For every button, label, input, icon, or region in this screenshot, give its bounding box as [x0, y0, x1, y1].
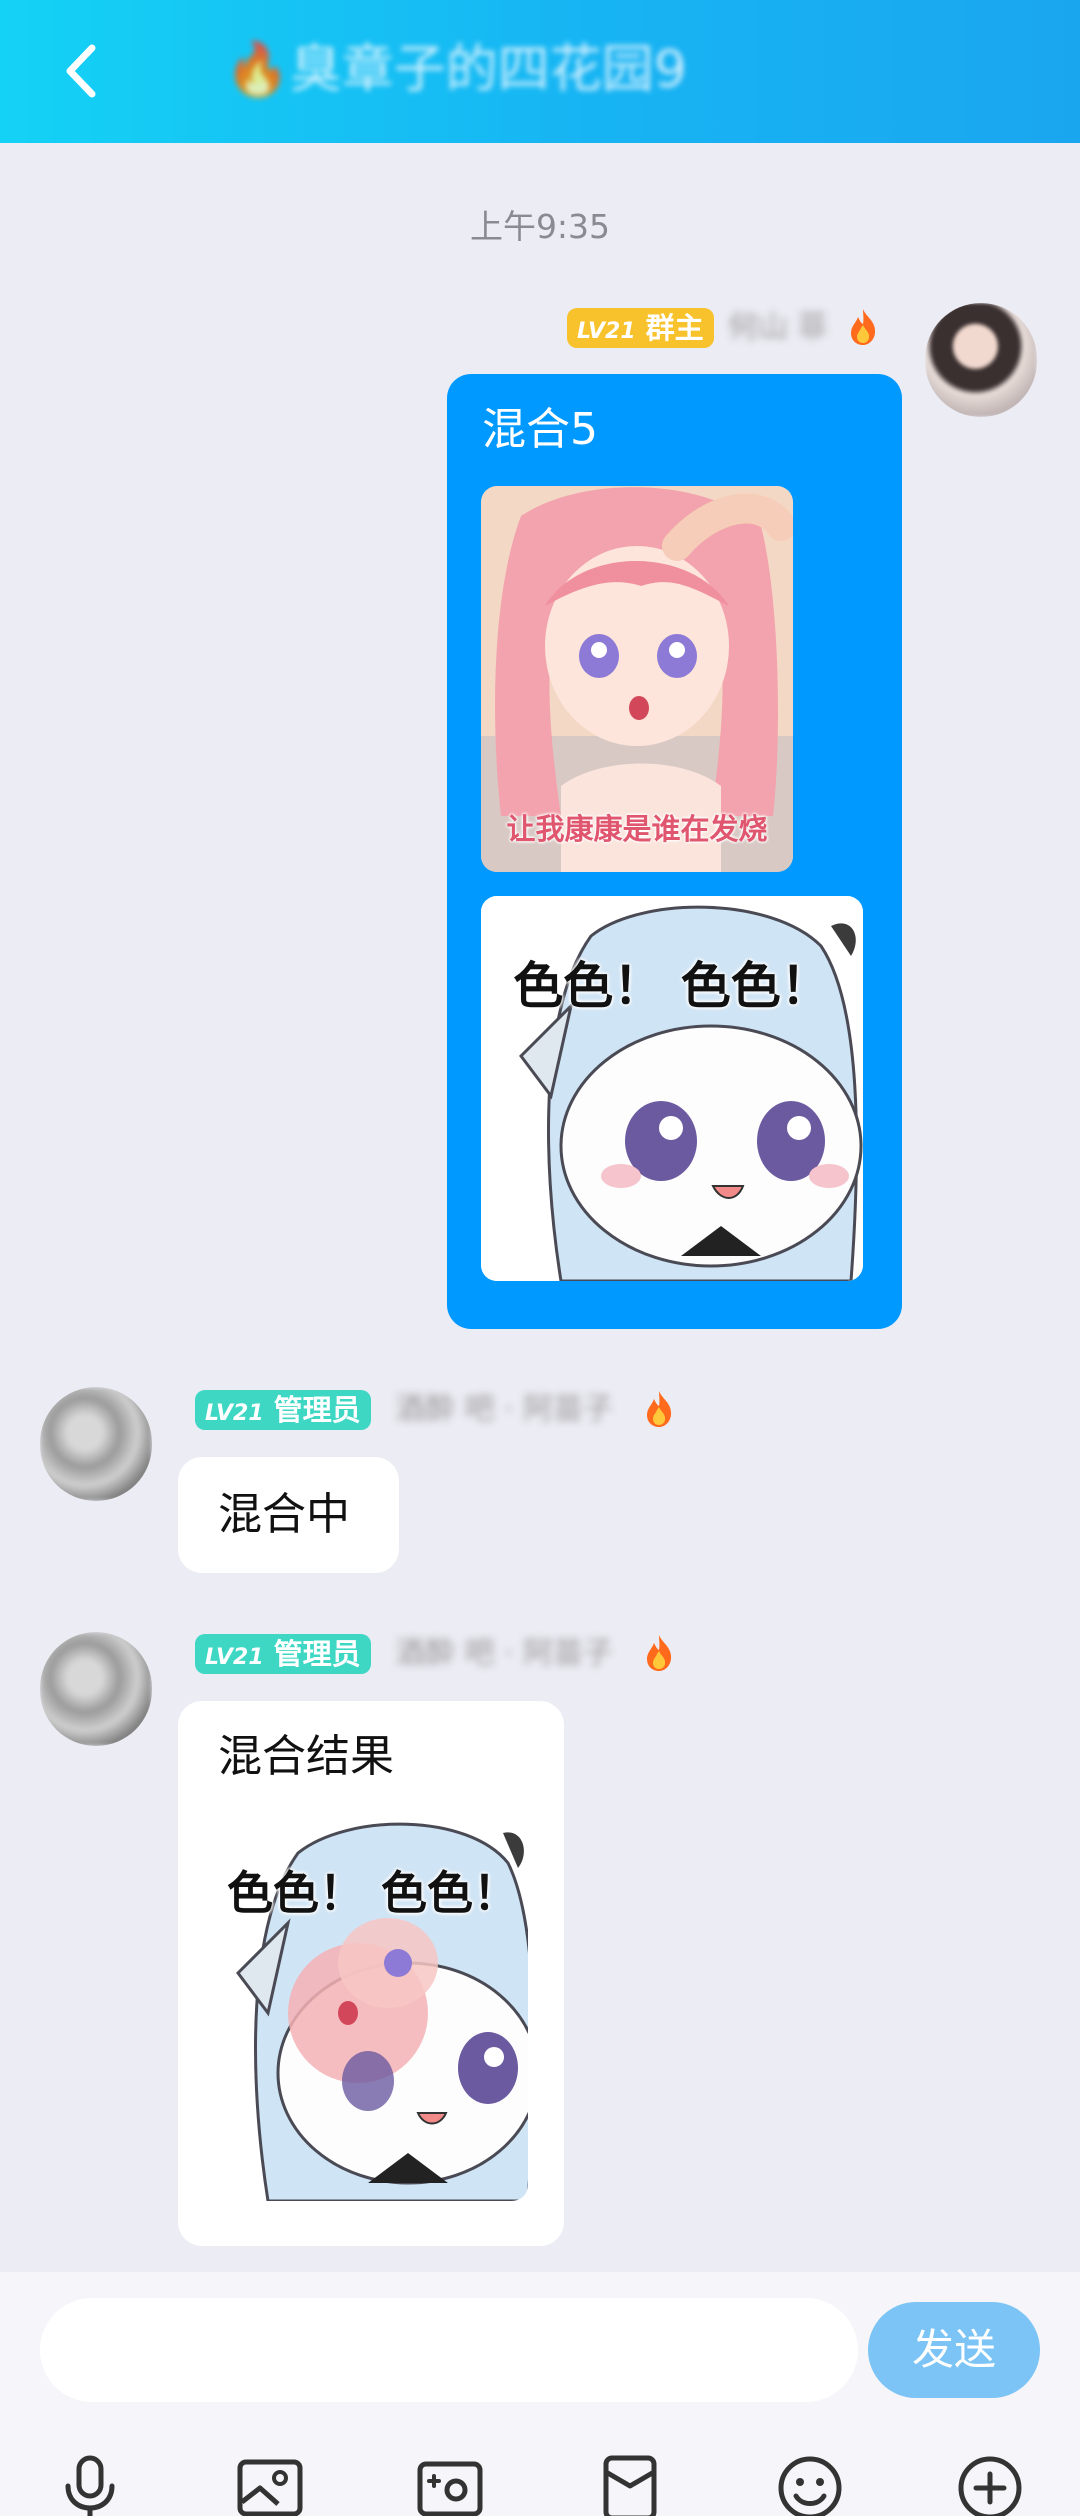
plus-icon[interactable]: [954, 2452, 1026, 2516]
message-input[interactable]: [40, 2298, 858, 2402]
badge-level: LV21: [205, 1401, 264, 1426]
message-bubble-self[interactable]: 混合5 让我康康是谁在发烧 色色！ 色色！: [447, 374, 902, 1329]
image-icon[interactable]: [234, 2452, 306, 2516]
sticker-caption: 让我康康是谁在发烧: [506, 812, 768, 846]
admin-badge: LV21 管理员: [195, 1634, 371, 1674]
message-text: 混合结果: [218, 1731, 394, 1782]
sticker-text: 色色！ 色色！: [226, 1866, 519, 1920]
badge-level: LV21: [205, 1645, 264, 1670]
self-avatar[interactable]: [925, 303, 1037, 417]
message-text: 混合中: [218, 1489, 350, 1540]
badge-role: 群主: [645, 311, 704, 345]
sender-avatar[interactable]: [40, 1632, 152, 1746]
badge-role: 管理员: [273, 1637, 361, 1671]
sender-nickname[interactable]: 何山 菲: [728, 308, 838, 348]
red-packet-icon[interactable]: [594, 2452, 666, 2516]
fire-icon: [851, 309, 876, 345]
message-timestamp: 上午9:35: [469, 207, 611, 246]
microphone-icon[interactable]: [54, 2452, 126, 2516]
sticker-image[interactable]: 让我康康是谁在发烧: [481, 486, 793, 872]
input-area: 发送: [0, 2272, 1080, 2516]
group-title[interactable]: 🔥臭章子的四花园9: [225, 38, 765, 102]
chat-header: 🔥臭章子的四花园9: [0, 0, 1080, 143]
sticker-image[interactable]: 色色！ 色色！: [481, 896, 863, 1281]
back-button[interactable]: [50, 34, 120, 108]
badge-level: LV21: [577, 319, 636, 344]
fire-icon: [647, 1635, 672, 1671]
sender-avatar[interactable]: [40, 1387, 152, 1501]
chevron-left-icon: [66, 44, 96, 98]
send-button[interactable]: 发送: [868, 2302, 1040, 2398]
admin-badge: LV21 管理员: [195, 1390, 371, 1430]
sender-nickname[interactable]: 酒酔 吧 · 阿苗子: [395, 1390, 635, 1430]
sender-nickname[interactable]: 酒酔 吧 · 阿苗子: [395, 1634, 635, 1674]
camera-icon[interactable]: [414, 2452, 486, 2516]
owner-badge: LV21 群主: [567, 308, 714, 348]
badge-role: 管理员: [273, 1393, 361, 1427]
sticker-image[interactable]: 色色！ 色色！: [218, 1813, 528, 2201]
message-bubble[interactable]: 混合结果 色色！ 色色！: [178, 1701, 564, 2246]
message-text: 混合5: [482, 404, 598, 455]
fire-icon: [647, 1391, 672, 1427]
emoji-icon[interactable]: [774, 2452, 846, 2516]
message-bubble[interactable]: 混合中: [178, 1457, 399, 1573]
sticker-text: 色色！ 色色！: [513, 957, 831, 1015]
